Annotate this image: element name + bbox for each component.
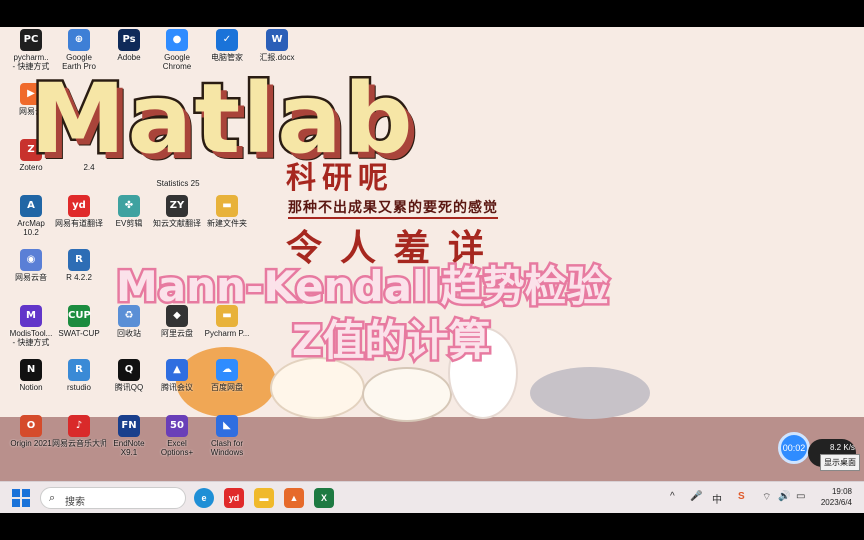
desktop-icon-label: 腾讯QQ — [114, 383, 144, 392]
net-speed-unit: K/s — [843, 443, 855, 452]
tray-app-icon[interactable]: S — [738, 491, 745, 502]
desktop-icon-app25[interactable]: ☁ 百度网盘 — [200, 359, 254, 409]
swat-cup-icon: CUP — [68, 305, 91, 327]
overlay-title: Matlab — [28, 61, 416, 178]
desktop-icon-label: 汇报.docx — [259, 53, 295, 62]
app24-icon: ▲ — [166, 359, 188, 381]
wangyi-icon: ◉ — [20, 249, 42, 271]
overlay-subtitle-1: Mann-Kendall趋势检验 — [114, 260, 612, 314]
desktop-icon-arcmap[interactable]: A ArcMap 10.2 — [4, 195, 58, 245]
desktop-icon-netease-music[interactable]: ♪ 网易云音乐大师 — [52, 415, 106, 465]
desktop-icon-label: 阿里云盘 — [161, 329, 193, 338]
endnote-icon: FN — [118, 415, 140, 437]
microphone-icon[interactable]: 🎤 — [690, 491, 702, 502]
speaker-icon[interactable]: 🔊 — [778, 491, 790, 502]
desktop-partial-label-2: Statistics 25 — [156, 179, 200, 188]
desktop-screen: 科研呢 那种不出成果又累的要死的感觉 令人羞详 PC pycharm.. - 快捷… — [0, 27, 864, 513]
desktop-icon-label: rstudio — [66, 383, 91, 392]
qq-icon: Q — [118, 359, 140, 381]
notion-icon: N — [20, 359, 42, 381]
youdao-translate-icon: yd — [68, 195, 90, 217]
edge-icon[interactable]: e — [194, 488, 214, 508]
excel-icon[interactable]: X — [314, 488, 334, 508]
arcmap-icon: A — [20, 195, 42, 217]
show-desktop-tooltip: 显示桌面 — [820, 454, 860, 471]
desktop-icon-label: Excel Options+ — [160, 439, 194, 457]
clock-time: 19:08 — [831, 487, 852, 496]
start-button[interactable] — [12, 489, 30, 507]
excel-options-icon: 50 — [166, 415, 188, 437]
youdao-icon[interactable]: yd — [224, 488, 244, 508]
desktop-icon-label: 百度网盘 — [211, 383, 243, 392]
adobe-ps-icon: Ps — [118, 29, 140, 51]
overlay-subtitle-2: Z值的计算 — [289, 314, 492, 368]
desktop-icon-origin[interactable]: O Origin 2021 — [4, 415, 58, 465]
file-explorer-icon[interactable]: ▬ — [254, 488, 274, 508]
desktop-icon-label: 回收站 — [117, 329, 141, 338]
desktop-icon-clash[interactable]: ◣ Clash for Windows — [200, 415, 254, 465]
net-speed-value: 8.2 — [830, 443, 842, 452]
desktop-icon-wangyi[interactable]: ◉ 网易云音 — [4, 249, 58, 299]
taskbar: ⌕ 搜索 e yd ▬ ▲ X ^ 🎤 中 S ⌔ 🔊 ▭ 19:08 2023… — [0, 481, 864, 513]
desktop-icon-label: 新建文件夹 — [207, 219, 247, 228]
google-earth-icon: ⊕ — [68, 29, 90, 51]
desktop-icon-label: ModisTool... - 快捷方式 — [9, 329, 53, 347]
tray-caret-icon[interactable]: ^ — [670, 491, 675, 502]
desktop-icon-label: 电脑管家 — [211, 53, 243, 62]
desktop-icon-label: Origin 2021 — [10, 439, 52, 448]
desktop-icon-endnote[interactable]: FN EndNote X9.1 — [102, 415, 156, 465]
r-422-icon: R — [68, 249, 90, 271]
desktop-icon-label: 腾讯会议 — [161, 383, 193, 392]
desktop-icon-label: 网易云音乐大师 — [52, 439, 106, 448]
app5-icon: ✓ — [216, 29, 238, 51]
desktop-icon-app24[interactable]: ▲ 腾讯会议 — [150, 359, 204, 409]
desktop-icon-qq[interactable]: Q 腾讯QQ — [102, 359, 156, 409]
desktop-icon-modis[interactable]: M ModisTool... - 快捷方式 — [4, 305, 58, 355]
matlab-icon[interactable]: ▲ — [284, 488, 304, 508]
app25-icon: ☁ — [216, 359, 238, 381]
taskbar-clock[interactable]: 19:08 2023/6/4 — [821, 486, 852, 508]
origin-icon: O — [20, 415, 42, 437]
desktop-icon-label: Adobe — [117, 53, 141, 62]
ime-indicator[interactable]: 中 — [712, 491, 722, 506]
desktop-icon-excel-options[interactable]: 50 Excel Options+ — [150, 415, 204, 465]
wifi-icon[interactable]: ⌔ — [762, 491, 771, 504]
desktop-icon-folder-1[interactable]: ▬ 新建文件夹 — [200, 195, 254, 245]
battery-icon[interactable]: ▭ — [796, 491, 805, 502]
desktop-icon-notion[interactable]: N Notion — [4, 359, 58, 409]
search-placeholder: 搜索 — [65, 497, 85, 508]
rstudio-icon: R — [68, 359, 90, 381]
desktop-icon-label: Notion — [19, 383, 43, 392]
clock-date: 2023/6/4 — [820, 498, 852, 507]
desktop-icon-r-422[interactable]: R R 4.2.2 — [52, 249, 106, 299]
desktop-icon-label: ArcMap 10.2 — [17, 219, 45, 237]
desktop-icon-label: SWAT-CUP — [58, 329, 100, 338]
evlab-icon: ✤ — [118, 195, 140, 217]
desktop-icon-youdao-translate[interactable]: yd 网易有道翻译 — [52, 195, 106, 245]
recording-timer[interactable]: 00:02 — [778, 432, 810, 464]
wallpaper-line2: 那种不出成果又累的要死的感觉 — [288, 197, 498, 219]
desktop-icon-label: 网易有道翻译 — [55, 219, 103, 228]
word-doc-icon: W — [266, 29, 288, 51]
folder-1-icon: ▬ — [216, 195, 238, 217]
desktop-icon-label: EndNote X9.1 — [113, 439, 145, 457]
modis-icon: M — [20, 305, 42, 327]
pycharm-icon: PC — [20, 29, 42, 51]
clash-icon: ◣ — [216, 415, 238, 437]
netease-music-icon: ♪ — [68, 415, 90, 437]
desktop-icon-label: Pycharm P... — [204, 329, 250, 338]
desktop-icon-rstudio[interactable]: Rrstudio — [52, 359, 106, 409]
desktop-icon-label: R 4.2.2 — [66, 273, 92, 282]
desktop-icon-label: Clash for Windows — [210, 439, 244, 457]
search-icon: ⌕ — [49, 492, 56, 504]
chrome-icon: ● — [166, 29, 188, 51]
taskbar-search-input[interactable]: ⌕ 搜索 — [40, 487, 186, 509]
desktop-icon-swat-cup[interactable]: CUP SWAT-CUP — [52, 305, 106, 355]
desktop-icon-label: 网易云音 — [15, 273, 47, 282]
